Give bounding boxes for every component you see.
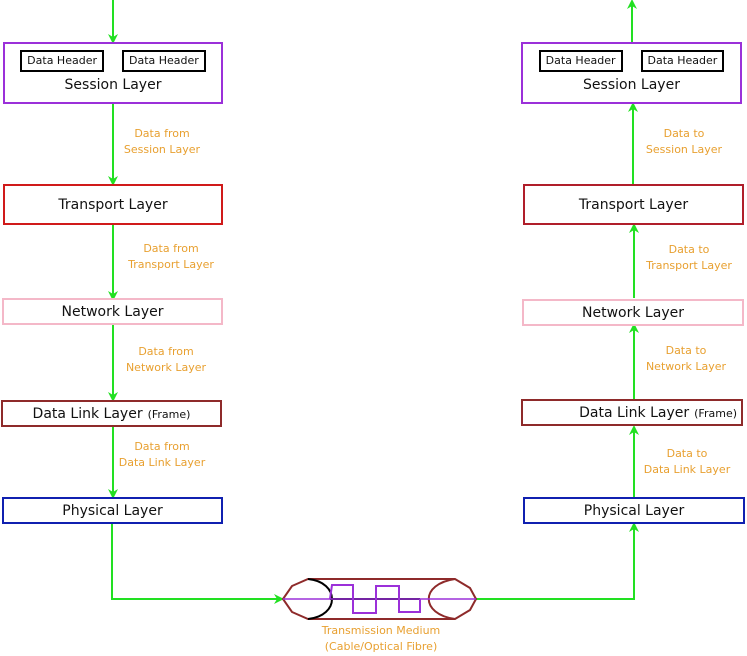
receiver-transport-title: Transport Layer	[578, 196, 689, 213]
sender-label-session: Data from Session Layer	[122, 126, 202, 158]
label-line: Data from	[138, 345, 194, 358]
sender-datalink-title: Data Link Layer	[32, 405, 143, 422]
label-line: Data Link Layer	[643, 463, 731, 476]
arrow-physical-to-medium	[111, 523, 284, 604]
receiver-network-layer: Network Layer	[522, 299, 744, 326]
sender-transport-title: Transport Layer	[58, 196, 168, 213]
medium-label: Transmission Medium (Cable/Optical Fibre…	[311, 623, 451, 655]
label-line: Data Link Layer	[118, 456, 206, 469]
label-line: Session Layer	[645, 143, 723, 156]
label-line: Data to	[663, 127, 705, 140]
receiver-label-network: Data to Network Layer	[642, 343, 730, 375]
receiver-label-transport: Data to Transport Layer	[642, 242, 736, 274]
receiver-physical-layer: Physical Layer	[523, 497, 745, 524]
label-line: Data to	[668, 243, 710, 256]
label-line: Transport Layer	[646, 259, 732, 272]
sender-data-header-1: Data Header	[20, 50, 104, 72]
label-line: Session Layer	[123, 143, 201, 156]
receiver-physical-title: Physical Layer	[583, 502, 685, 519]
receiver-label-session: Data to Session Layer	[642, 126, 726, 158]
receiver-transport-layer: Transport Layer	[523, 184, 744, 225]
label-line: Data from	[134, 440, 190, 453]
label-line: Network Layer	[645, 360, 727, 373]
sender-network-layer: Network Layer	[2, 298, 223, 325]
arrow-medium-to-physical	[476, 522, 639, 600]
sender-datalink-sub: (Frame)	[147, 408, 191, 421]
receiver-datalink-sub: (Frame)	[694, 407, 737, 420]
receiver-datalink-layer: Data Link Layer (Frame)	[521, 399, 743, 426]
receiver-session-title: Session Layer	[583, 77, 680, 93]
receiver-data-header-1: Data Header	[538, 50, 623, 72]
label-line: Data from	[134, 127, 190, 140]
sender-network-title: Network Layer	[61, 303, 164, 320]
sender-label-transport: Data from Transport Layer	[124, 241, 218, 273]
sender-session-title: Session Layer	[64, 77, 162, 93]
label-line: Data from	[143, 242, 199, 255]
receiver-label-datalink: Data to Data Link Layer	[640, 446, 734, 478]
sender-datalink-layer: Data Link Layer (Frame)	[1, 400, 222, 427]
transmission-medium-icon	[281, 578, 478, 620]
sender-data-header-2: Data Header	[122, 50, 206, 72]
receiver-network-title: Network Layer	[582, 304, 684, 321]
sender-session-layer: Data Header Data Header Session Layer	[3, 42, 223, 104]
label-line: Data to	[665, 344, 707, 357]
receiver-session-layer: Data Header Data Header Session Layer	[521, 42, 742, 104]
label-line: Network Layer	[125, 361, 207, 374]
sender-label-network: Data from Network Layer	[122, 344, 210, 376]
sender-transport-layer: Transport Layer	[3, 184, 223, 225]
sender-physical-title: Physical Layer	[62, 502, 163, 519]
label-line: Data to	[666, 447, 708, 460]
medium-label-line2: (Cable/Optical Fibre)	[324, 640, 438, 653]
receiver-data-header-2: Data Header	[640, 50, 725, 72]
label-line: Transport Layer	[128, 258, 214, 271]
sender-physical-layer: Physical Layer	[2, 497, 223, 524]
medium-label-line1: Transmission Medium	[321, 624, 441, 637]
sender-label-datalink: Data from Data Link Layer	[116, 439, 208, 471]
receiver-datalink-title: Data Link Layer	[579, 404, 690, 421]
